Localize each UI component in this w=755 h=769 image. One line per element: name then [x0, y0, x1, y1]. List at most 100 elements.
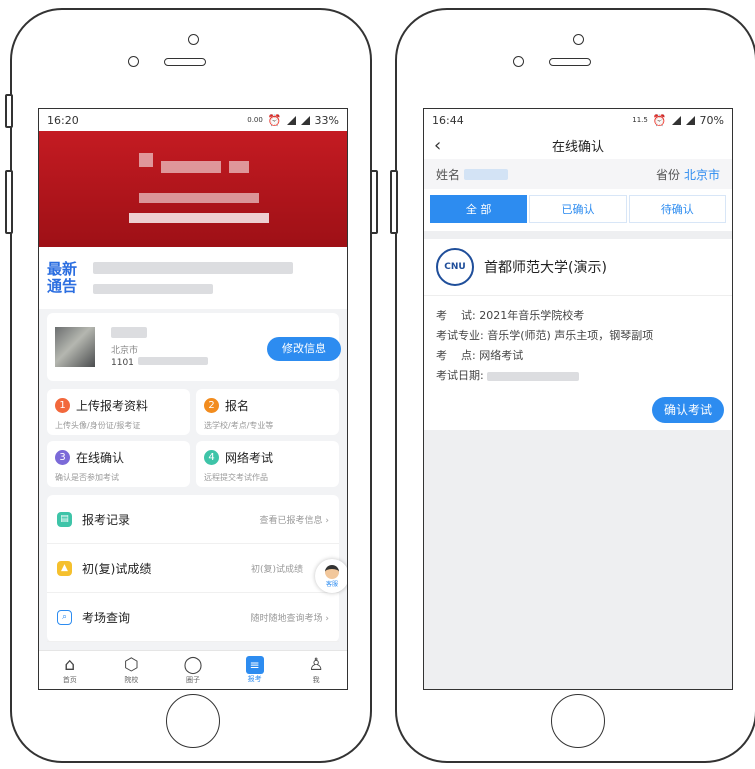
right-screen: 16:44 11.5 ⏰ 70% ‹ 在线确认 姓名 省份 北京市 全 部 已确…	[423, 108, 733, 690]
step-online-exam[interactable]: 4 网络考试 远程提交考试作品	[196, 441, 339, 487]
signal-icon	[671, 115, 681, 125]
agent-icon	[325, 564, 339, 579]
steps-grid: 1 上传报考资料 上传头像/身份证/报考证 2 报名 选学校/考点/专业等 3 在线确…	[39, 385, 347, 491]
step-title: 上传报考资料	[76, 399, 149, 413]
status-time: 16:44	[432, 113, 464, 127]
site-row: 考 点: 网络考试	[436, 349, 524, 362]
search-doc-icon: ⌕	[57, 609, 72, 625]
list-item-exam-records[interactable]: ▤ 报考记录 查看已报考信息 ›	[47, 495, 339, 544]
sensor	[513, 56, 524, 67]
filter-all[interactable]: 全 部	[430, 195, 528, 223]
card-body: 考 试: 2021年音乐学院校考 考试专业: 音乐学(师范) 声乐主项，钢琴副项…	[424, 296, 732, 390]
list-item-scores[interactable]: ▲ 初(复)试成绩 初(复)试成绩	[47, 544, 339, 593]
name-label: 姓名	[436, 167, 461, 182]
signal-icon	[300, 115, 310, 125]
list-item-hint: 初(复)试成绩	[250, 564, 303, 575]
step-number: 4	[204, 450, 219, 465]
university-name: 首都师范大学(演示)	[484, 260, 607, 276]
notice-text-blurred	[93, 283, 213, 294]
list-item-exam-room[interactable]: ⌕ 考场查询 随时随地查询考场 ›	[47, 593, 339, 642]
step-subtitle: 选学校/考点/专业等	[204, 421, 274, 430]
filter-tabs: 全 部 已确认 待确认	[424, 189, 732, 231]
info-bar: 姓名 省份 北京市	[424, 159, 732, 189]
confirm-exam-button[interactable]: 确认考试	[652, 397, 724, 423]
step-subtitle: 确认是否参加考试	[55, 473, 119, 482]
signal-icon	[685, 115, 695, 125]
step-subtitle: 远程提交考试作品	[204, 473, 268, 482]
alarm-icon: ⏰	[652, 113, 667, 127]
tab-home[interactable]: ⌂ 首页	[50, 655, 90, 685]
signal-icon	[286, 115, 296, 125]
front-camera	[188, 34, 199, 45]
date-value-blurred	[487, 371, 580, 381]
list-item-hint: 随时随地查询考场 ›	[250, 613, 329, 624]
net-speed: 0.00	[247, 116, 263, 124]
left-screen: 16:20 0.00 ⏰ 33% 最新通告 北京市 1101 修改信息 1 上传…	[38, 108, 348, 690]
side-button	[370, 170, 378, 234]
sensor	[128, 56, 139, 67]
speaker	[549, 58, 591, 66]
university-seal-logo: CNU	[436, 248, 474, 286]
tab-apply[interactable]: ≡ 报考	[235, 656, 275, 684]
step-subtitle: 上传头像/身份证/报考证	[55, 421, 141, 430]
list-item-label: 考场查询	[82, 610, 131, 625]
tab-schools[interactable]: ⬡ 院校	[111, 655, 151, 685]
card-footer: 确认考试	[424, 390, 732, 430]
school-icon: ⬡	[123, 655, 139, 675]
net-speed: 11.5	[632, 116, 648, 124]
step-number: 3	[55, 450, 70, 465]
page-title: 在线确认	[551, 139, 604, 155]
tab-circle[interactable]: ◯ 圈子	[173, 655, 213, 685]
province-value: 北京市	[683, 167, 720, 182]
step-online-confirm[interactable]: 3 在线确认 确认是否参加考试	[47, 441, 190, 487]
home-button[interactable]	[166, 694, 220, 748]
back-icon[interactable]: ‹	[434, 135, 441, 156]
step-title: 报名	[225, 399, 250, 413]
exam-row: 考 试: 2021年音乐学院校考	[436, 309, 585, 322]
records-icon: ▤	[57, 511, 72, 527]
banner-image[interactable]	[39, 131, 347, 247]
customer-service-label: 客服	[325, 580, 338, 588]
side-button	[5, 170, 13, 234]
card-header: CNU 首都师范大学(演示)	[424, 239, 732, 296]
major-row: 考试专业: 音乐学(师范) 声乐主项，钢琴副项	[436, 329, 654, 342]
notice-title: 最新通告	[47, 260, 78, 295]
battery-level: 33%	[314, 113, 339, 127]
nav-bar: ‹ 在线确认	[424, 131, 732, 159]
scores-icon: ▲	[57, 560, 72, 576]
step-register[interactable]: 2 报名 选学校/考点/专业等	[196, 389, 339, 435]
right-phone-frame: 16:44 11.5 ⏰ 70% ‹ 在线确认 姓名 省份 北京市 全 部 已确…	[390, 8, 755, 763]
side-button	[5, 94, 13, 128]
exam-card: CNU 首都师范大学(演示) 考 试: 2021年音乐学院校考 考试专业: 音乐…	[424, 239, 732, 430]
list-item-label: 报考记录	[82, 512, 131, 527]
chat-bubble-icon: ◯	[183, 655, 203, 675]
home-button[interactable]	[551, 694, 605, 748]
status-bar: 16:20 0.00 ⏰ 33%	[39, 109, 347, 131]
customer-service-button[interactable]: 客服	[315, 559, 347, 593]
edit-info-button[interactable]: 修改信息	[267, 337, 341, 361]
speaker	[164, 58, 206, 66]
step-number: 1	[55, 398, 70, 413]
date-row: 考试日期:	[436, 366, 720, 386]
left-phone-frame: 16:20 0.00 ⏰ 33% 最新通告 北京市 1101 修改信息 1 上传…	[5, 8, 378, 763]
menu-list: ▤ 报考记录 查看已报考信息 › ▲ 初(复)试成绩 初(复)试成绩 ⌕ 考场查…	[47, 495, 339, 642]
step-title: 在线确认	[76, 451, 125, 465]
avatar	[55, 327, 95, 367]
notice-text-blurred	[93, 261, 293, 274]
profile-id: 1101	[111, 357, 208, 368]
step-title: 网络考试	[225, 451, 274, 465]
status-bar: 16:44 11.5 ⏰ 70%	[424, 109, 732, 131]
tab-me[interactable]: ♙ 我	[296, 655, 336, 685]
filter-pending[interactable]: 待确认	[628, 195, 726, 223]
step-number: 2	[204, 398, 219, 413]
filter-confirmed[interactable]: 已确认	[529, 195, 627, 223]
bottom-tab-bar: ⌂ 首页 ⬡ 院校 ◯ 圈子 ≡ 报考 ♙ 我	[39, 650, 347, 689]
step-upload[interactable]: 1 上传报考资料 上传头像/身份证/报考证	[47, 389, 190, 435]
side-button	[390, 170, 398, 234]
user-name-blurred	[111, 327, 147, 338]
province-label: 省份	[655, 167, 680, 182]
name-value-blurred	[464, 168, 509, 180]
notice-bar[interactable]: 最新通告	[39, 247, 347, 309]
home-icon: ⌂	[64, 655, 76, 675]
apply-icon: ≡	[245, 656, 264, 674]
